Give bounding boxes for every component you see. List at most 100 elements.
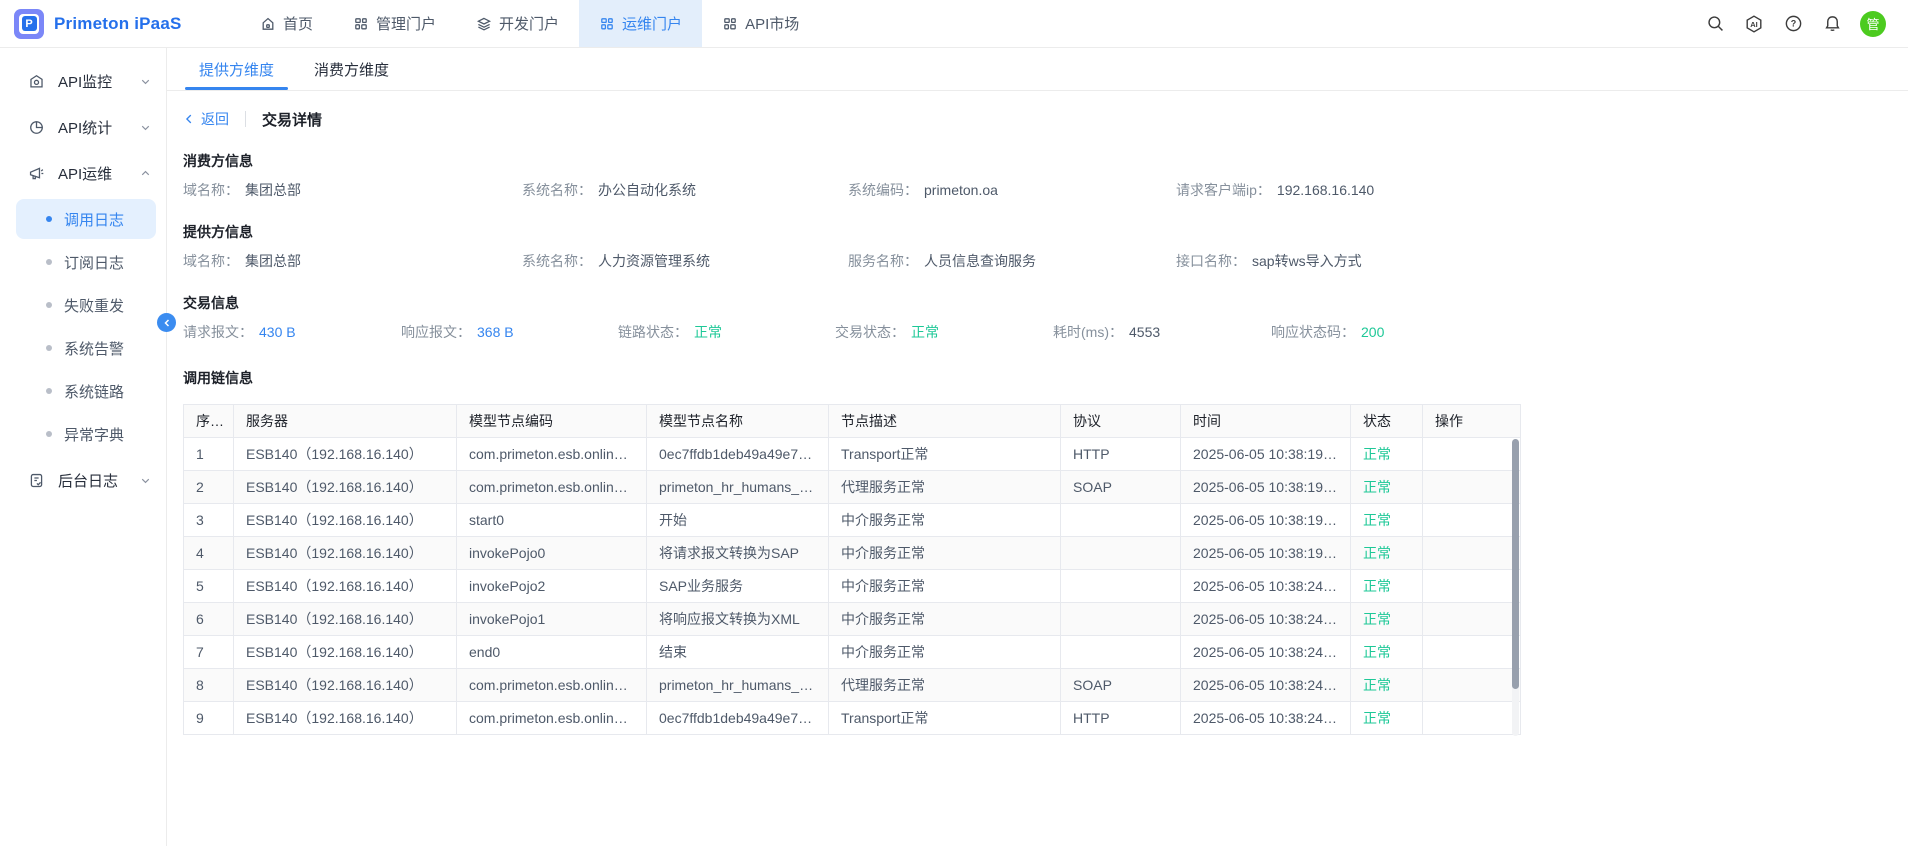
table-cell: SAP业务服务 [647, 570, 829, 603]
dimension-tabs: 提供方维度 消费方维度 [167, 48, 1908, 91]
sidebar-item-system-links[interactable]: 系统链路 [16, 371, 156, 411]
table-cell: 2025-06-05 10:38:19.907 [1181, 438, 1351, 471]
request-payload-link[interactable]: 430 B [259, 324, 296, 340]
brand: P Primeton iPaaS [0, 0, 226, 47]
column-header: 协议 [1061, 405, 1181, 438]
sidebar-collapse-button[interactable] [157, 313, 176, 332]
sidebar-item-failure-resend[interactable]: 失败重发 [16, 285, 156, 325]
column-header: 状态 [1351, 405, 1423, 438]
table-cell: 6 [184, 603, 234, 636]
column-header: 时间 [1181, 405, 1351, 438]
table-cell: ESB140（192.168.16.140） [234, 669, 457, 702]
table-cell: ESB140（192.168.16.140） [234, 438, 457, 471]
table-cell: Transport正常 [829, 702, 1061, 735]
response-payload-link[interactable]: 368 B [477, 324, 514, 340]
chevron-down-icon [139, 75, 152, 88]
nav-item-admin-portal[interactable]: 管理门户 [333, 0, 456, 47]
table-scrollbar-thumb[interactable] [1512, 439, 1519, 689]
bullet-icon [46, 431, 52, 437]
table-cell [1061, 570, 1181, 603]
field-domain-name: 域名称：集团总部 [183, 180, 522, 200]
breadcrumb: 返回 交易详情 [183, 104, 1908, 134]
table-cell: HTTP [1061, 702, 1181, 735]
provider-fields: 域名称：集团总部 系统名称：人力资源管理系统 服务名称：人员信息查询服务 接口名… [183, 246, 1908, 276]
field-client-ip: 请求客户端ip：192.168.16.140 [1176, 180, 1908, 200]
section-title-provider: 提供方信息 [183, 218, 1908, 246]
back-button[interactable]: 返回 [183, 109, 229, 129]
table-cell: ESB140（192.168.16.140） [234, 702, 457, 735]
call-chain-table: 序号服务器模型节点编码模型节点名称节点描述协议时间状态操作 1ESB140（19… [183, 404, 1520, 735]
nav-item-dev-portal[interactable]: 开发门户 [456, 0, 579, 47]
table-cell [1061, 537, 1181, 570]
field-domain-name: 域名称：集团总部 [183, 251, 522, 271]
table-cell: 2025-06-05 10:38:24.460 [1181, 702, 1351, 735]
table-cell: primeton_hr_humans_query_... [647, 471, 829, 504]
notification-bell-icon[interactable] [1821, 13, 1843, 35]
table-cell: com.primeton.esb.online.resta... [457, 471, 647, 504]
section-title-consumer: 消费方信息 [183, 147, 1908, 175]
sidebar-item-api-monitor[interactable]: API监控 [0, 58, 166, 104]
grid-icon [599, 16, 615, 32]
status-badge: 200 [1361, 324, 1384, 340]
nav-item-ops-portal[interactable]: 运维门户 [579, 0, 702, 47]
user-avatar[interactable]: 管 [1860, 11, 1886, 37]
table-row: 2ESB140（192.168.16.140）com.primeton.esb.… [184, 471, 1521, 504]
sidebar-item-subscription-logs[interactable]: 订阅日志 [16, 242, 156, 282]
grid-icon [722, 16, 738, 32]
sidebar-item-system-alerts[interactable]: 系统告警 [16, 328, 156, 368]
nav-item-home[interactable]: 首页 [240, 0, 333, 47]
table-cell: 代理服务正常 [829, 471, 1061, 504]
table-cell: invokePojo2 [457, 570, 647, 603]
table-cell: 2025-06-05 10:38:24.460 [1181, 636, 1351, 669]
table-cell: 3 [184, 504, 234, 537]
table-cell: invokePojo1 [457, 603, 647, 636]
tab-consumer-dimension[interactable]: 消费方维度 [298, 48, 405, 90]
table-cell [1423, 570, 1521, 603]
table-cell: ESB140（192.168.16.140） [234, 537, 457, 570]
table-cell [1061, 636, 1181, 669]
table-cell: 0ec7ffdb1deb49a49e7873159... [647, 438, 829, 471]
table-cell: 中介服务正常 [829, 537, 1061, 570]
search-icon[interactable] [1704, 13, 1726, 35]
sidebar-item-call-logs[interactable]: 调用日志 [16, 199, 156, 239]
status-badge: 正常 [911, 324, 939, 340]
table-cell: 7 [184, 636, 234, 669]
table-cell: com.primeton.esb.online.com... [457, 438, 647, 471]
status-badge: 正常 [1351, 702, 1423, 735]
table-row: 1ESB140（192.168.16.140）com.primeton.esb.… [184, 438, 1521, 471]
field-response-payload: 响应报文：368 B [401, 322, 618, 342]
table-cell: 1 [184, 438, 234, 471]
table-cell: 4 [184, 537, 234, 570]
table-cell: 2025-06-05 10:38:19.937 [1181, 537, 1351, 570]
table-cell: ESB140（192.168.16.140） [234, 570, 457, 603]
table-cell [1423, 702, 1521, 735]
megaphone-icon [28, 165, 45, 182]
nav-item-api-market[interactable]: API市场 [702, 0, 819, 47]
grid-icon [353, 16, 369, 32]
sidebar-item-api-ops[interactable]: API运维 [0, 150, 166, 196]
table-cell: 代理服务正常 [829, 669, 1061, 702]
layers-icon [476, 16, 492, 32]
table-row: 7ESB140（192.168.16.140）end0结束中介服务正常2025-… [184, 636, 1521, 669]
bullet-icon [46, 216, 52, 222]
svg-text:AI: AI [1750, 20, 1758, 29]
field-link-status: 链路状态：正常 [618, 322, 835, 342]
table-cell: com.primeton.esb.online.resta... [457, 669, 647, 702]
table-cell: 中介服务正常 [829, 570, 1061, 603]
document-check-icon [28, 472, 45, 489]
table-cell: SOAP [1061, 471, 1181, 504]
bullet-icon [46, 388, 52, 394]
table-cell: 8 [184, 669, 234, 702]
sidebar-item-exception-dict[interactable]: 异常字典 [16, 414, 156, 454]
sidebar-item-api-stats[interactable]: API统计 [0, 104, 166, 150]
tab-provider-dimension[interactable]: 提供方维度 [183, 48, 290, 90]
table-cell: 5 [184, 570, 234, 603]
table-cell: 2025-06-05 10:38:19.928 [1181, 504, 1351, 537]
ai-assistant-icon[interactable]: AI [1743, 13, 1765, 35]
sidebar-item-backend-logs[interactable]: 后台日志 [0, 457, 166, 503]
help-icon[interactable]: ? [1782, 13, 1804, 35]
column-header: 节点描述 [829, 405, 1061, 438]
table-cell [1423, 603, 1521, 636]
table-cell: 2025-06-05 10:38:19.924 [1181, 471, 1351, 504]
table-cell: HTTP [1061, 438, 1181, 471]
